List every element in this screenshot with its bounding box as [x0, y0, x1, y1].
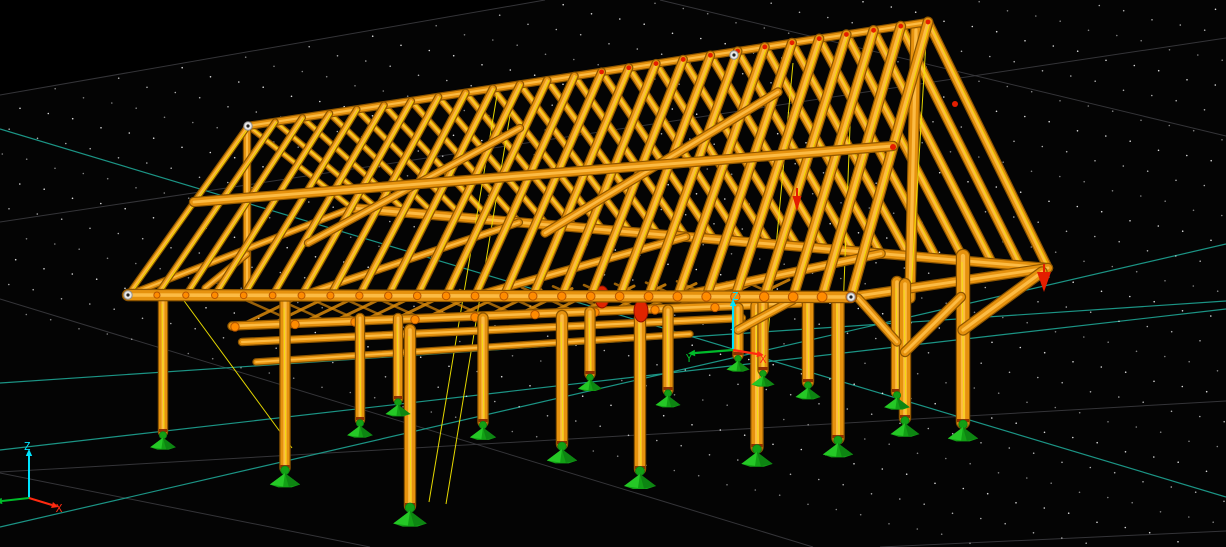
node-marker[interactable]	[847, 293, 855, 301]
node-marker[interactable]	[244, 122, 252, 130]
cad-3d-viewport[interactable]: Z Y X Z X	[0, 0, 1226, 547]
axis-label: X	[56, 502, 63, 515]
axis-label: Z	[24, 440, 31, 453]
node-marker[interactable]	[730, 51, 738, 59]
axis-label: Y	[686, 352, 693, 365]
axis-label: X	[760, 353, 767, 366]
axis-label: Z	[732, 290, 739, 303]
node-marker[interactable]	[124, 291, 132, 299]
scene-canvas[interactable]: Z Y X Z X	[0, 0, 1226, 547]
